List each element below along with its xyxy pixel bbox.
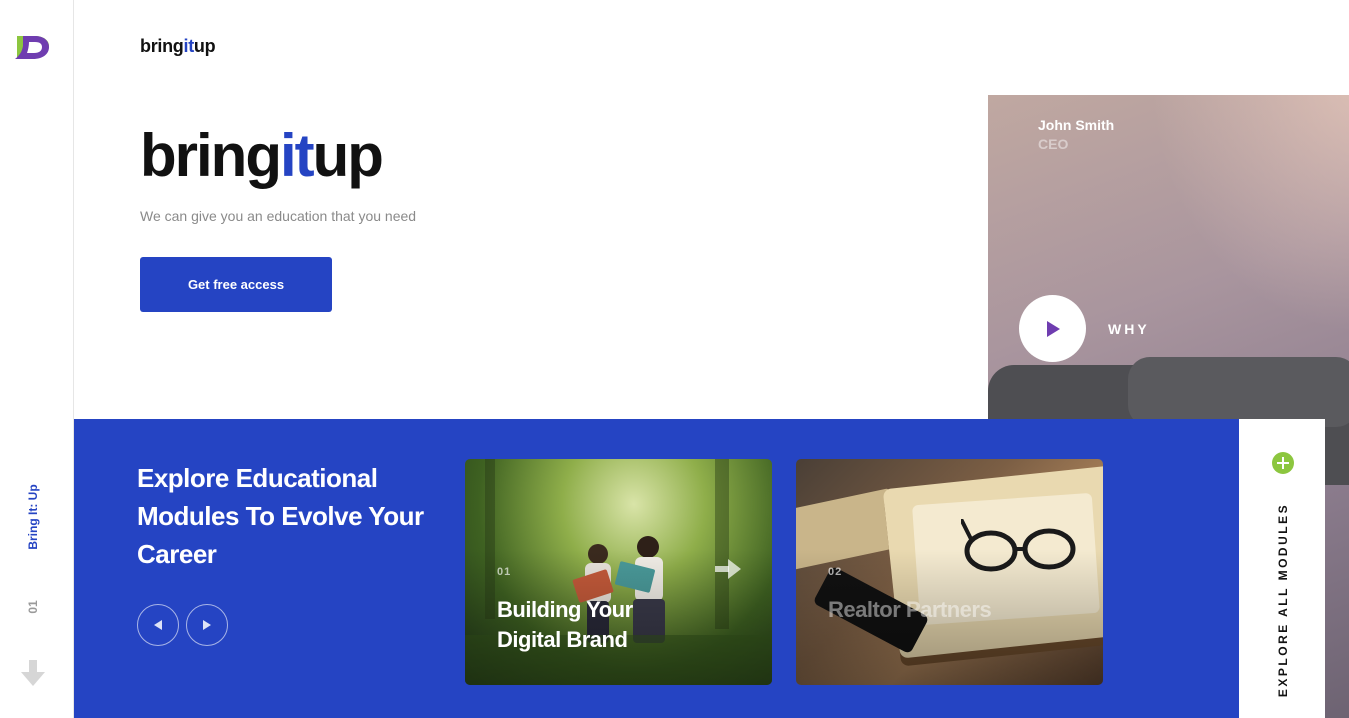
header-logo[interactable]: bringitup <box>140 36 216 57</box>
arrow-down-icon[interactable] <box>21 660 45 686</box>
hero-title-accent: it <box>279 122 315 189</box>
logo-text-pre: bring <box>140 36 184 56</box>
triangle-left-icon <box>154 620 162 630</box>
hero-title-post: up <box>312 122 384 189</box>
window-light <box>1149 95 1349 335</box>
speaker-role: CEO <box>1038 136 1069 152</box>
card-title: Building Your Digital Brand <box>497 597 633 652</box>
hero-subtitle: We can give you an education that you ne… <box>140 208 417 224</box>
slide-number: 01 <box>26 600 40 614</box>
next-slide-button[interactable] <box>186 604 228 646</box>
sidebar-brand-link[interactable]: Bring It: Up <box>26 484 40 549</box>
speaker-name: John Smith <box>1038 117 1115 133</box>
explore-all-modules-link[interactable]: EXPLORE ALL MODULES <box>1239 419 1325 718</box>
logo-text-post: up <box>193 36 216 56</box>
brand-logo-icon[interactable] <box>13 32 51 62</box>
sofa-arm-image <box>1128 357 1349 427</box>
card-title: Realtor Partners <box>828 597 992 622</box>
play-icon <box>1046 320 1060 337</box>
card-number: 01 <box>497 566 512 578</box>
hero-title: bringitup <box>140 126 384 186</box>
sidebar: Bring It: Up 01 <box>0 0 74 718</box>
module-card[interactable]: 02 Realtor Partners <box>796 459 1103 685</box>
modules-section: Explore Educational Modules To Evolve Yo… <box>74 419 1239 718</box>
play-video-label[interactable]: WHY <box>1108 321 1150 337</box>
previous-slide-button[interactable] <box>137 604 179 646</box>
logo-text-accent: it <box>183 36 195 56</box>
explore-all-modules-label: EXPLORE ALL MODULES <box>1276 502 1290 698</box>
hero-title-pre: bring <box>140 122 282 189</box>
get-free-access-button[interactable]: Get free access <box>140 257 332 312</box>
play-video-button[interactable] <box>1019 295 1086 362</box>
module-card[interactable]: 01 Building Your Digital Brand <box>465 459 772 685</box>
modules-title: Explore Educational Modules To Evolve Yo… <box>137 463 424 569</box>
plus-icon <box>1272 452 1294 474</box>
arrow-right-icon[interactable] <box>715 559 741 579</box>
card-number: 02 <box>828 566 843 578</box>
triangle-right-icon <box>203 620 211 630</box>
